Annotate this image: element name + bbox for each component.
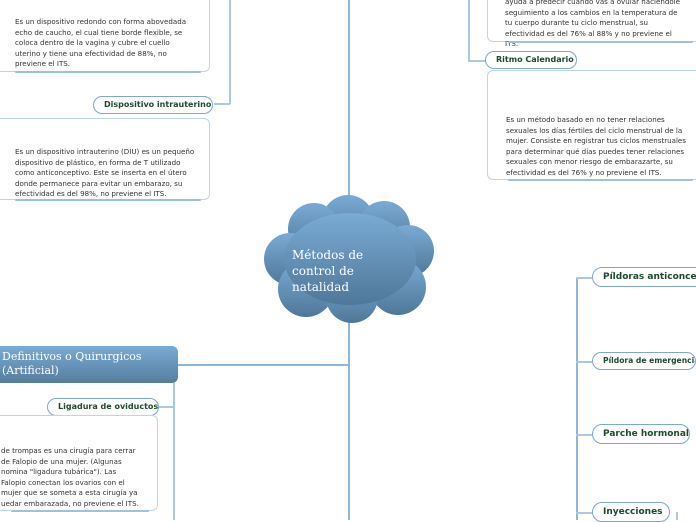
ligadura-connector xyxy=(158,406,174,408)
branch-label-line: (Artificial) xyxy=(2,364,59,377)
right-item-connector-1 xyxy=(576,277,592,279)
central-topic-line: Métodos de xyxy=(292,248,364,262)
pildoras-anticonceptivas-node[interactable]: Píldoras anticonceptivas xyxy=(592,267,696,287)
diu-node[interactable]: Dispositivo intrauterino xyxy=(93,96,213,114)
description-line: uedar embarazada, no previene el ITS. xyxy=(1,498,139,508)
inyecciones-connector xyxy=(676,512,678,520)
temperatura-description-card[interactable]: ayuda a predecir cuándo vas a ovular hac… xyxy=(487,0,696,48)
description-line: de Falopio de una mujer. (Algunas xyxy=(1,456,122,466)
right-bottom-vertical xyxy=(576,277,578,520)
ligadura-node[interactable]: Ligadura de oviductos xyxy=(47,398,159,416)
diu-description-card[interactable]: Es un dispositivo intrauterino (DIU) es … xyxy=(0,118,210,201)
diu-description: Es un dispositivo intrauterino (DIU) es … xyxy=(15,147,195,199)
description-line: de trompas es una cirugía para cerrar xyxy=(1,446,136,455)
pildora-emergencia-node[interactable]: Píldora de emergencia xyxy=(592,352,696,370)
ritmo-description: Es un método basado en no tener relacion… xyxy=(506,115,686,177)
diafragma-description-card[interactable]: Es un dispositivo redondo con forma abov… xyxy=(0,0,210,73)
temperatura-description: ayuda a predecir cuándo vas a ovular hac… xyxy=(505,0,680,49)
parche-hormonal-node[interactable]: Parche hormonal xyxy=(592,424,690,444)
diu-connector xyxy=(214,103,230,105)
right-item-connector-3 xyxy=(576,434,592,436)
diafragma-description: Es un dispositivo redondo con forma abov… xyxy=(15,17,187,69)
left-top-connector xyxy=(229,0,231,104)
central-topic-label: Métodos de control de natalidad xyxy=(292,247,363,295)
description-line: nomina "ligadura tubárica"). Las xyxy=(1,467,117,477)
inyecciones-node[interactable]: Inyecciones xyxy=(592,502,670,522)
description-line: mujer que se someta a esta cirugía ya xyxy=(1,488,138,498)
left-bottom-connector xyxy=(178,364,348,366)
ligadura-description-card[interactable]: de trompas es una cirugía para cerrar de… xyxy=(0,415,161,512)
ritmo-calendario-node[interactable]: Ritmo Calendario xyxy=(485,51,577,69)
branch-label-line: Definitivos o Quirurgicos xyxy=(2,350,142,363)
definitivos-branch-node[interactable]: Definitivos o Quirurgicos (Artificial) xyxy=(0,346,178,383)
central-topic-line: control de xyxy=(292,264,354,278)
ritmo-connector xyxy=(468,60,486,62)
ligadura-description: de trompas es una cirugía para cerrar de… xyxy=(1,446,161,510)
right-item-connector-2 xyxy=(576,361,592,363)
description-line: Falopio conectan los ovarios con el xyxy=(1,477,125,487)
central-topic-line: natalidad xyxy=(292,280,350,294)
right-item-connector-4 xyxy=(576,512,592,514)
left-bottom-vertical xyxy=(173,383,175,520)
ritmo-description-card[interactable]: Es un método basado en no tener relacion… xyxy=(487,70,696,181)
right-top-connector xyxy=(468,0,470,61)
